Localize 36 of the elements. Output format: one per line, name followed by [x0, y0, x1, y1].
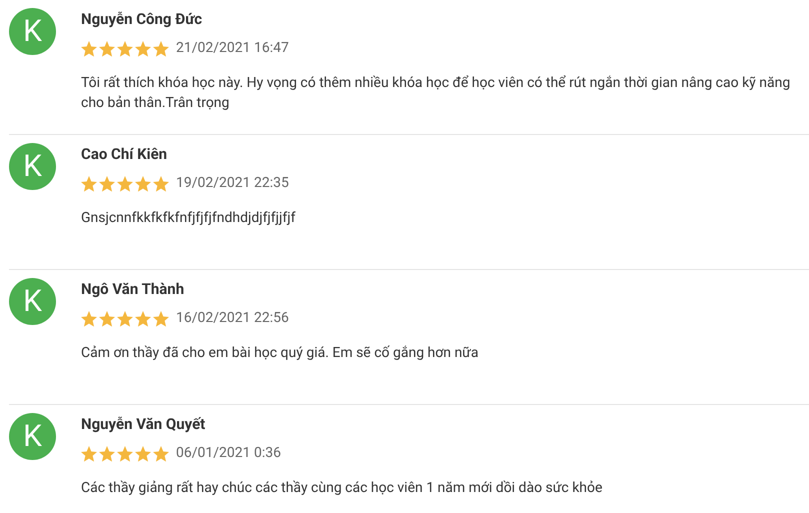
- star-icon: [81, 40, 97, 56]
- reviewer-name: Nguyễn Văn Quyết: [81, 414, 206, 434]
- review-date: 16/02/2021 22:56: [176, 309, 289, 328]
- review-date: 21/02/2021 16:47: [176, 39, 289, 58]
- review-comment: Tôi rất thích khóa học này. Hy vọng có thêm nhiều khóa học để học viên có thể rút ngắn thời gian nâng cao kỹ năng cho bản thân.Trân trọng: [81, 74, 792, 113]
- star-icon: [81, 176, 97, 192]
- star-icon: [153, 176, 169, 192]
- star-icon: [99, 310, 115, 326]
- avatar: K: [9, 278, 56, 325]
- star-icon: [81, 446, 97, 462]
- star-icon: [153, 446, 169, 462]
- star-icon: [99, 40, 115, 56]
- star-icon: [135, 446, 151, 462]
- star-icon: [117, 176, 133, 192]
- review-comment: Cảm ơn thầy đã cho em bài học quý giá. Em sẽ cố gắng hơn nữa: [81, 344, 480, 363]
- review-date: 06/01/2021 0:36: [176, 444, 281, 463]
- star-icon: [117, 310, 133, 326]
- review-comment: Gnsjcnnfkkfkfkfnfjfjfjfndhdjdjfjfjjfjf: [81, 209, 296, 228]
- review-date: 19/02/2021 22:35: [176, 174, 289, 193]
- star-icon: [99, 176, 115, 192]
- review-comment: Các thầy giảng rất hay chúc các thầy cùng các học viên 1 năm mới dồi dào sức khỏe: [81, 479, 604, 498]
- avatar: K: [9, 143, 56, 190]
- star-icon: [81, 310, 97, 326]
- star-icon: [99, 446, 115, 462]
- reviewer-name: Nguyễn Công Đức: [81, 9, 204, 29]
- avatar: K: [9, 413, 56, 460]
- reviewer-name: Ngô Văn Thành: [81, 279, 186, 299]
- star-icon: [135, 310, 151, 326]
- star-icon: [117, 40, 133, 56]
- star-icon: [135, 176, 151, 192]
- reviewer-name: Cao Chí Kiên: [81, 144, 168, 164]
- avatar: K: [9, 8, 56, 55]
- star-icon: [153, 310, 169, 326]
- star-icon: [117, 446, 133, 462]
- star-icon: [135, 40, 151, 56]
- star-icon: [153, 40, 169, 56]
